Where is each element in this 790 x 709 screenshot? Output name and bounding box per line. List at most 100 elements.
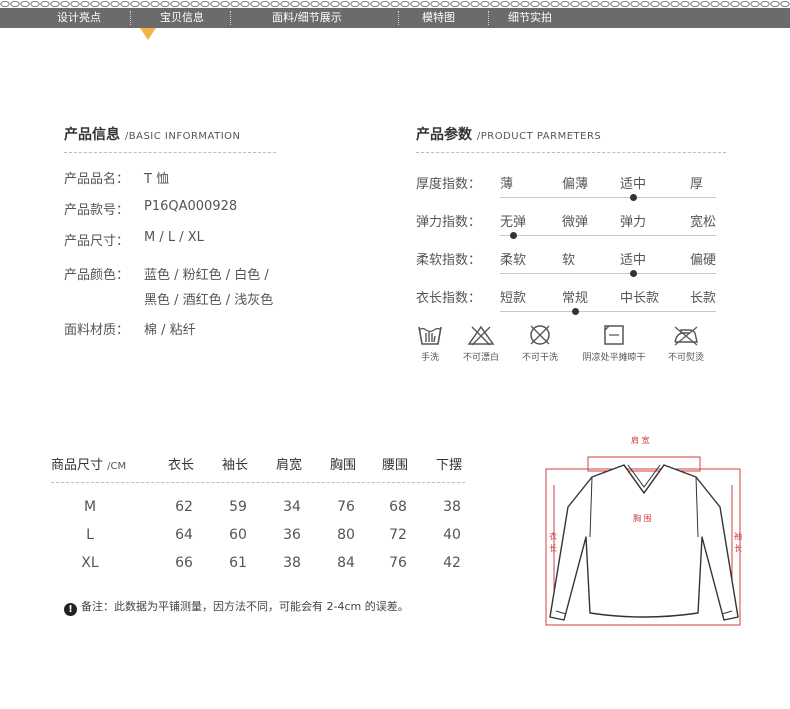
size-table-cell: 80 [337,527,355,543]
size-table-cell: 38 [283,555,301,571]
care-hand-wash: 手洗 [414,324,446,363]
nav-item-design[interactable]: 设计亮点 [57,8,101,28]
active-nav-marker [140,28,156,40]
size-table-column-header: 肩宽 [276,458,303,473]
param-option: 短款 [500,291,527,306]
size-table-cell: 59 [229,499,247,515]
size-table-column-header: 胸围 [330,458,357,473]
param-option: 柔软 [500,253,527,268]
color-list-line-2: 黑色 / 酒红色 / 浅灰色 [144,293,274,308]
size-table-cell: 40 [443,527,461,543]
size-table-column-header: 下摆 [436,458,463,473]
size-table-column-header: 腰围 [382,458,409,473]
size-table-cell: 62 [175,499,193,515]
basic-info-title-cn: 产品信息 [64,127,120,143]
parameters-title: 产品参数 /PRODUCT PARMETERS [416,124,601,144]
param-label: 柔软指数： [416,253,482,268]
nav-item-product-info[interactable]: 宝贝信息 [160,8,204,28]
size-table-cell: 60 [229,527,247,543]
param-option: 宽松 [690,215,717,230]
parameters-title-cn: 产品参数 [416,127,472,143]
care-dry-flat: 阴凉处平摊晾干 [576,324,652,363]
sleeve-label-2: 长 [734,544,742,553]
size-table-unit: /CM [107,461,127,472]
care-no-bleach: 不可漂白 [458,324,504,363]
nav-item-fabric[interactable]: 面料/细节展示 [272,8,342,28]
parameters-title-en: /PRODUCT PARMETERS [476,131,602,142]
basic-info-title: 产品信息 /BASIC INFORMATION [64,124,241,144]
size-table-cell: 68 [389,499,407,515]
param-option: 偏薄 [562,177,589,192]
exclamation-icon: ! [64,603,77,616]
param-option: 长款 [690,291,717,306]
info-label: 产品颜色： [64,268,130,283]
info-value: 蓝色 / 粉红色 / 白色 / 黑色 / 酒红色 / 浅灰色 [144,264,273,308]
param-option: 厚 [690,177,704,192]
info-row-material: 面料材质： 棉 / 粘纤 [64,319,196,338]
no-dry-clean-icon [530,325,550,345]
size-table-header-title: 商品尺寸 /CM [51,454,126,473]
param-scale-line [500,235,716,236]
size-table-column-header: 袖长 [222,458,249,473]
size-table-divider [51,482,465,483]
chest-label: 胸 围 [633,514,652,523]
sleeve-label-1: 袖 [734,532,742,541]
basic-info-title-en: /BASIC INFORMATION [124,131,241,142]
param-option: 软 [562,253,576,268]
care-label: 不可熨烫 [667,353,704,363]
shoulder-width-label: 肩 宽 [631,436,650,445]
nav-ornament [0,0,790,8]
size-table-cell: 34 [283,499,301,515]
nav-item-detail-photos[interactable]: 细节实拍 [508,8,552,28]
length-label-2: 长 [549,544,557,553]
size-table-unit-text: CM [110,461,127,472]
param-option: 适中 [620,253,647,268]
param-scale-line [500,273,716,274]
nav-item-model[interactable]: 模特图 [422,8,455,28]
nav-separator [230,11,231,25]
parameters-title-en-text: PRODUCT PARMETERS [480,131,602,142]
param-option: 弹力 [620,215,647,230]
no-bleach-icon [467,325,495,346]
care-no-dry-clean: 不可干洗 [516,324,564,363]
size-table-cell: 66 [175,555,193,571]
info-label: 产品尺寸： [64,234,130,249]
size-table-cell: 76 [389,555,407,571]
info-row-size: 产品尺寸： M / L / XL [64,230,204,249]
nav-bar [0,8,790,28]
parameters-divider [416,152,726,153]
param-option: 常规 [562,291,589,306]
info-label: 面料材质： [64,323,130,338]
size-table-cell: 42 [443,555,461,571]
size-table-cell: 38 [443,499,461,515]
size-table-cell: 36 [283,527,301,543]
note-text: 备注：此数据为平铺测量，因方法不同，可能会有 2-4cm 的误差。 [81,600,409,613]
care-no-iron: 不可熨烫 [662,324,710,363]
nav-separator [398,11,399,25]
nav-separator [488,11,489,25]
param-scale-line [500,197,716,198]
param-option: 中长款 [620,291,660,306]
param-selected-dot [510,232,517,239]
info-row-sku: 产品款号： P16QA000928 [64,199,237,218]
tshirt-diagram [545,456,741,626]
param-label: 厚度指数： [416,177,482,192]
basic-info-title-en-text: BASIC INFORMATION [128,131,241,142]
care-label: 阴凉处平摊晾干 [582,353,646,363]
info-value: M / L / XL [144,230,204,245]
param-label: 弹力指数： [416,215,482,230]
no-iron-icon [674,326,698,346]
color-list-line-1: 蓝色 / 粉红色 / 白色 / [144,268,269,283]
param-label: 衣长指数： [416,291,482,306]
param-selected-dot [630,194,637,201]
size-table-size-cell: XL [81,555,99,571]
size-table-cell: 76 [337,499,355,515]
size-table-size-cell: L [86,527,94,543]
care-label: 不可干洗 [521,353,558,363]
param-option: 适中 [620,177,647,192]
size-table-header-cn: 商品尺寸 [51,458,104,473]
info-value: 棉 / 粘纤 [144,323,196,338]
info-value: T 恤 [144,172,170,187]
measurement-note: ! 备注：此数据为平铺测量，因方法不同，可能会有 2-4cm 的误差。 [64,598,409,616]
top-nav: 设计亮点 宝贝信息 面料/细节展示 模特图 细节实拍 [0,0,790,40]
